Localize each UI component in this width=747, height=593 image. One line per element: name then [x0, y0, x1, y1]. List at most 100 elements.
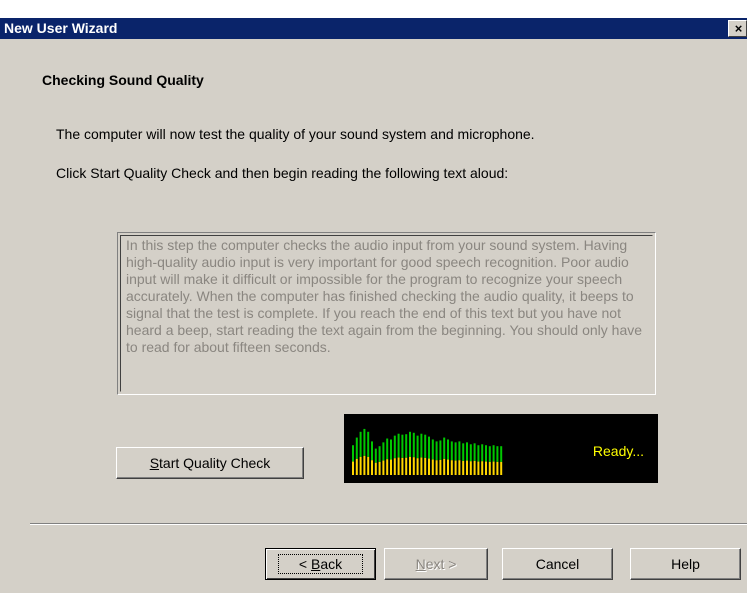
- level-bar-yellow: [435, 460, 438, 475]
- level-bar-yellow: [447, 459, 449, 475]
- level-bar-green: [409, 431, 411, 457]
- level-bar-yellow: [481, 461, 484, 475]
- reading-text: In this step the computer checks the aud…: [120, 235, 653, 392]
- reading-text-box: In this step the computer checks the aud…: [117, 232, 656, 395]
- level-bar-green: [352, 445, 354, 462]
- level-bar-green: [401, 434, 404, 458]
- cancel-label: Cancel: [535, 556, 580, 572]
- instruction-text: Click Start Quality Check and then begin…: [56, 165, 509, 181]
- next-label: Next >: [416, 549, 457, 579]
- level-bar-green: [390, 439, 392, 460]
- help-label: Help: [671, 556, 700, 572]
- level-bar-yellow: [488, 461, 491, 475]
- level-bar-green: [477, 445, 480, 462]
- close-glyph: ×: [734, 21, 743, 36]
- level-bar-yellow: [409, 456, 411, 475]
- level-bar-yellow: [477, 461, 480, 475]
- level-bar-green: [496, 446, 499, 462]
- level-bar-green: [473, 443, 476, 461]
- level-bar-yellow: [390, 459, 392, 475]
- level-bar-yellow: [420, 457, 423, 475]
- close-icon[interactable]: ×: [728, 20, 747, 37]
- cancel-button[interactable]: Cancel: [502, 548, 613, 580]
- audio-level-meter: Ready...: [344, 414, 658, 483]
- next-button[interactable]: Next >: [384, 548, 488, 580]
- level-bar-green: [447, 439, 449, 460]
- level-bar-green: [363, 428, 366, 456]
- wizard-window: New User Wizard × Checking Sound Quality…: [0, 0, 747, 593]
- next-rest: ext >: [425, 556, 457, 572]
- back-accel: B: [310, 556, 321, 572]
- level-bar-green: [416, 435, 419, 459]
- level-bar-yellow: [424, 457, 427, 475]
- page-heading: Checking Sound Quality: [42, 72, 204, 88]
- next-accel: N: [415, 556, 426, 572]
- level-bar-yellow: [462, 460, 465, 475]
- level-bar-green: [492, 445, 495, 462]
- level-bar-green: [371, 441, 373, 461]
- start-accel: S: [149, 455, 160, 471]
- level-bar-yellow: [485, 461, 487, 475]
- level-bar-yellow: [466, 460, 468, 475]
- level-bar-green: [397, 433, 400, 458]
- level-bar-yellow: [371, 460, 373, 475]
- level-bar-yellow: [393, 458, 396, 475]
- back-label: < Back: [277, 554, 364, 574]
- level-bar-green: [466, 442, 468, 461]
- back-arrow: <: [298, 556, 311, 572]
- title-bar[interactable]: New User Wizard: [0, 18, 747, 39]
- back-rest: ack: [320, 556, 343, 572]
- intro-text: The computer will now test the quality o…: [56, 126, 535, 142]
- level-bar-green: [500, 446, 503, 462]
- button-divider: [30, 523, 747, 525]
- level-bar-yellow: [428, 458, 430, 475]
- start-quality-check-label: Start Quality Check: [150, 448, 271, 478]
- level-bar-yellow: [416, 458, 419, 475]
- level-bar-yellow: [397, 457, 400, 475]
- back-button[interactable]: < Back: [265, 548, 376, 580]
- level-bar-yellow: [431, 459, 434, 475]
- level-bar-green: [367, 431, 370, 457]
- level-bar-yellow: [352, 461, 354, 475]
- level-bar-green: [420, 433, 423, 458]
- level-bar-green: [424, 434, 427, 458]
- level-bar-green: [488, 446, 491, 462]
- level-bar-green: [454, 442, 457, 461]
- level-bar-yellow: [492, 461, 495, 475]
- level-bar-green: [481, 444, 484, 462]
- level-bar-yellow: [496, 461, 499, 475]
- start-quality-check-button[interactable]: Start Quality Check: [116, 447, 304, 479]
- help-button[interactable]: Help: [630, 548, 741, 580]
- level-bar-yellow: [473, 460, 476, 475]
- level-bar-green: [469, 444, 472, 462]
- level-bar-green: [439, 440, 442, 460]
- level-bar-yellow: [454, 460, 457, 475]
- meter-status: Ready...: [592, 443, 644, 459]
- level-bar-green: [458, 441, 461, 461]
- level-bar-green: [435, 441, 438, 461]
- level-bar-yellow: [443, 458, 446, 475]
- start-rest: tart Quality Check: [159, 455, 271, 471]
- level-bar-yellow: [450, 460, 453, 475]
- wizard-body: Checking Sound Quality The computer will…: [0, 39, 747, 593]
- level-bar-green: [443, 437, 446, 459]
- level-bar-yellow: [458, 460, 461, 475]
- level-bar-yellow: [401, 457, 404, 475]
- level-bar-green: [450, 441, 453, 461]
- level-bar-yellow: [359, 456, 362, 475]
- level-bar-yellow: [412, 457, 415, 475]
- level-bar-green: [431, 439, 434, 460]
- level-bar-green: [374, 448, 377, 463]
- level-bar-green: [359, 431, 362, 457]
- level-bar-green: [412, 432, 415, 458]
- level-bar-yellow: [469, 461, 472, 475]
- level-bar-green: [405, 434, 408, 458]
- level-bar-green: [355, 437, 358, 459]
- level-bar-yellow: [355, 458, 358, 475]
- level-bar-green: [378, 446, 381, 462]
- level-bar-yellow: [405, 457, 408, 475]
- level-bar-yellow: [367, 456, 370, 475]
- level-bar-yellow: [374, 462, 377, 475]
- level-bar-green: [485, 445, 487, 462]
- level-bar-green: [382, 442, 385, 461]
